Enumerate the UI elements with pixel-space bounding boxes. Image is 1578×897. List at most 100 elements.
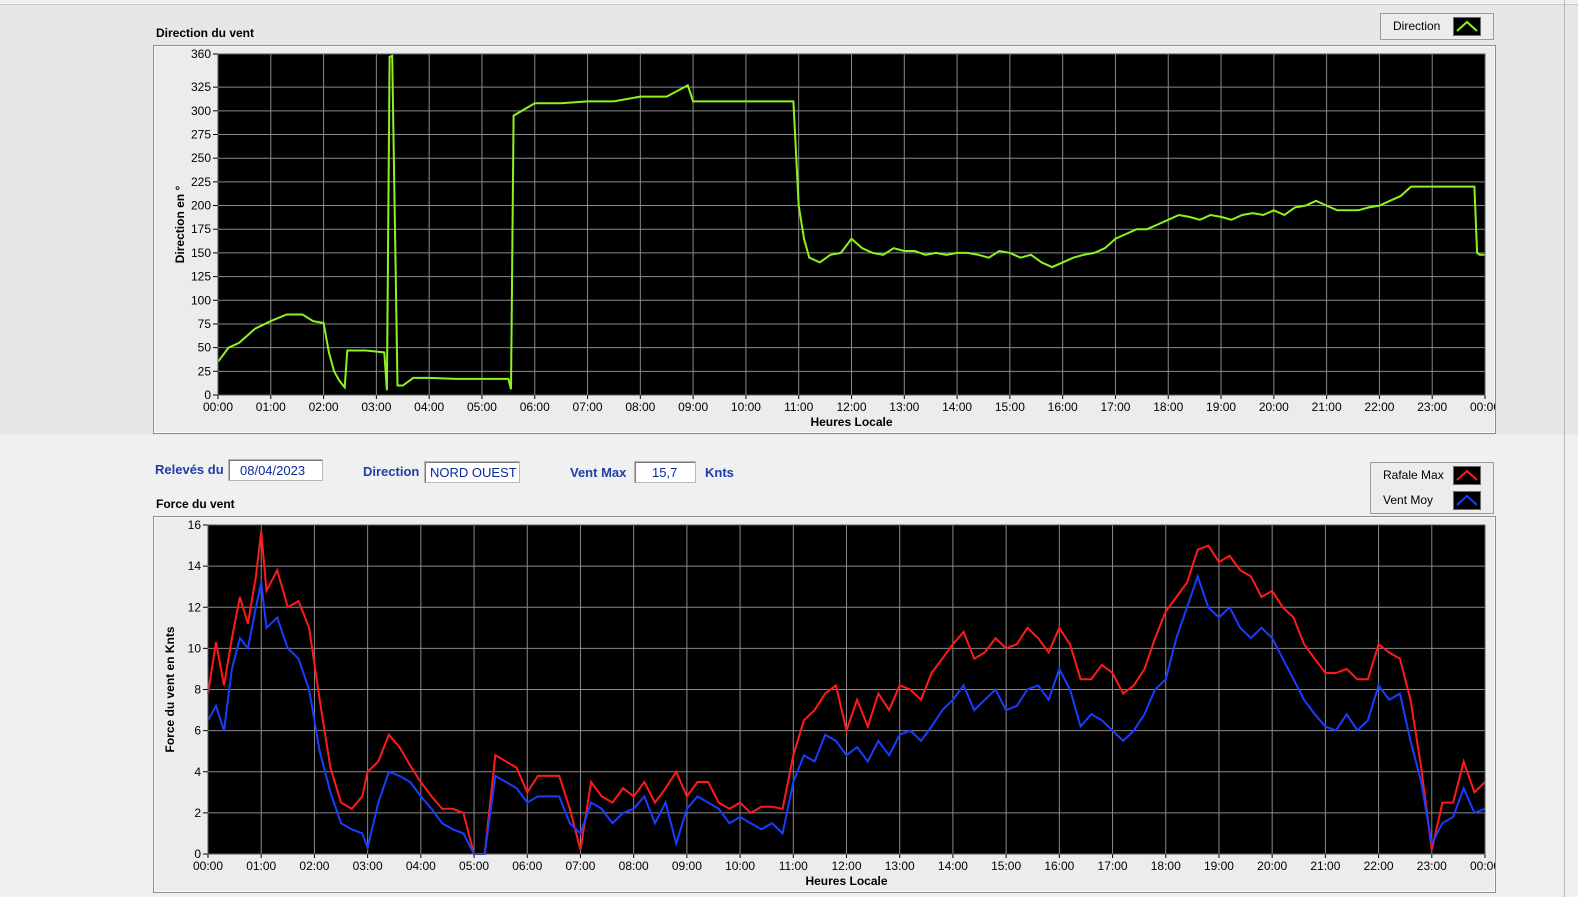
force-x-tick-label: 20:00 — [1257, 859, 1287, 873]
force-y-tick-label: 14 — [188, 559, 202, 573]
direction-y-axis-label: Direction en ° — [173, 186, 187, 264]
green-line-icon — [1453, 17, 1481, 36]
direction-x-tick-label: 04:00 — [414, 400, 444, 414]
direction-y-tick-label: 150 — [191, 246, 211, 260]
direction-x-tick-label: 08:00 — [625, 400, 655, 414]
force-x-tick-label: 09:00 — [672, 859, 702, 873]
direction-x-tick-label: 07:00 — [573, 400, 603, 414]
ventmax-unit: Knts — [705, 465, 734, 480]
direction-x-tick-label: 15:00 — [995, 400, 1025, 414]
force-x-tick-label: 12:00 — [831, 859, 861, 873]
direction-y-tick-label: 125 — [191, 270, 211, 284]
force-x-tick-label: 14:00 — [938, 859, 968, 873]
force-y-axis-label: Force du vent en Knts — [163, 626, 177, 752]
force-x-tick-label: 21:00 — [1310, 859, 1340, 873]
force-x-tick-label: 11:00 — [779, 859, 808, 873]
force-x-tick-label: 10:00 — [725, 859, 755, 873]
direction-x-tick-label: 09:00 — [678, 400, 708, 414]
blue-line-icon — [1453, 491, 1481, 510]
force-y-tick-label: 10 — [188, 641, 202, 655]
direction-graph[interactable]: 00:00 01:00 02:00 03:00 04:00 05:00 06:00 07:00… — [154, 46, 1495, 433]
direction-y-tick-label: 275 — [191, 128, 211, 142]
direction-x-tick-label: 00:00 — [1470, 400, 1495, 414]
force-legend[interactable]: Rafale Max Vent Moy — [1370, 462, 1494, 514]
right-border — [1564, 0, 1565, 897]
date-field[interactable]: 08/04/2023 — [228, 459, 323, 481]
force-x-tick-label: 23:00 — [1417, 859, 1447, 873]
direction-x-tick-label: 21:00 — [1312, 400, 1342, 414]
force-x-tick-label: 06:00 — [512, 859, 542, 873]
force-x-tick-label: 07:00 — [565, 859, 595, 873]
direction-y-tick-label: 200 — [191, 199, 211, 213]
direction-y-tick-label: 175 — [191, 222, 211, 236]
force-x-tick-label: 13:00 — [885, 859, 915, 873]
direction-x-axis-label: Heures Locale — [810, 415, 892, 429]
direction-x-tick-label: 16:00 — [1048, 400, 1078, 414]
direction-y-tick-label: 50 — [198, 341, 212, 355]
direction-y-tick-label: 225 — [191, 175, 211, 189]
direction-x-tick-label: 14:00 — [942, 400, 972, 414]
force-y-tick-label: 4 — [194, 765, 201, 779]
direction-y-tick-label: 325 — [191, 80, 211, 94]
force-graph[interactable]: 00:00 01:00 02:00 03:00 04:00 05:00 06:00 07:00… — [154, 517, 1495, 892]
direction-y-tick-label: 360 — [191, 47, 211, 61]
ventmax-value-field[interactable]: 15,7 — [634, 461, 696, 483]
direction-x-tick-label: 10:00 — [731, 400, 761, 414]
direction-x-tick-label: 23:00 — [1417, 400, 1447, 414]
force-y-tick-label: 0 — [194, 847, 201, 861]
legend-label-rafale: Rafale Max — [1383, 468, 1444, 482]
red-line-icon — [1453, 466, 1481, 485]
force-y-tick-label: 8 — [194, 683, 201, 697]
direction-x-tick-label: 18:00 — [1153, 400, 1183, 414]
direction-graph-frame: 00:00 01:00 02:00 03:00 04:00 05:00 06:00 07:00… — [153, 45, 1496, 434]
force-x-axis-label: Heures Locale — [805, 874, 887, 888]
force-x-tick-label: 03:00 — [353, 859, 383, 873]
force-graph-title: Force du vent — [156, 497, 235, 511]
force-x-tick-label: 02:00 — [299, 859, 329, 873]
legend-row-vent[interactable]: Vent Moy — [1371, 488, 1493, 512]
releves-label: Relevés du — [155, 462, 224, 477]
direction-value-field[interactable]: NORD OUEST — [424, 461, 520, 483]
force-y-tick-label: 6 — [194, 724, 201, 738]
legend-row-direction[interactable]: Direction — [1381, 14, 1493, 38]
force-x-tick-label: 18:00 — [1151, 859, 1181, 873]
direction-y-tick-label: 0 — [204, 388, 211, 402]
legend-row-rafale[interactable]: Rafale Max — [1371, 463, 1493, 487]
direction-graph-title: Direction du vent — [156, 26, 255, 40]
direction-y-tick-label: 100 — [191, 293, 211, 307]
force-x-tick-label: 15:00 — [991, 859, 1021, 873]
direction-x-tick-label: 03:00 — [361, 400, 391, 414]
force-x-tick-label: 05:00 — [459, 859, 489, 873]
direction-x-tick-label: 12:00 — [836, 400, 866, 414]
force-x-tick-label: 17:00 — [1098, 859, 1128, 873]
direction-y-tick-label: 25 — [198, 364, 212, 378]
legend-label-vent: Vent Moy — [1383, 493, 1434, 507]
direction-legend[interactable]: Direction — [1380, 13, 1494, 40]
force-y-tick-label: 16 — [188, 518, 202, 532]
direction-y-tick-label: 300 — [191, 104, 211, 118]
ventmax-label: Vent Max — [570, 465, 627, 480]
force-x-tick-label: 01:00 — [246, 859, 276, 873]
force-x-tick-label: 16:00 — [1044, 859, 1074, 873]
force-x-tick-label: 00:00 — [193, 859, 223, 873]
force-x-tick-label: 08:00 — [619, 859, 649, 873]
direction-x-tick-label: 00:00 — [203, 400, 233, 414]
force-x-tick-label: 19:00 — [1204, 859, 1234, 873]
direction-x-tick-label: 11:00 — [784, 400, 813, 414]
direction-y-tick-label: 250 — [191, 151, 211, 165]
direction-x-tick-label: 19:00 — [1206, 400, 1236, 414]
direction-x-tick-label: 17:00 — [1100, 400, 1130, 414]
force-graph-frame: 00:00 01:00 02:00 03:00 04:00 05:00 06:00 07:00… — [153, 516, 1496, 893]
force-x-tick-label: 04:00 — [406, 859, 436, 873]
direction-x-tick-label: 05:00 — [467, 400, 497, 414]
direction-x-tick-label: 13:00 — [889, 400, 919, 414]
direction-x-tick-label: 02:00 — [309, 400, 339, 414]
direction-label: Direction — [363, 464, 420, 479]
force-y-tick-label: 12 — [188, 600, 202, 614]
direction-x-tick-label: 20:00 — [1259, 400, 1289, 414]
legend-label-direction: Direction — [1393, 19, 1441, 33]
force-y-tick-label: 2 — [194, 806, 201, 820]
direction-y-tick-label: 75 — [198, 317, 212, 331]
direction-x-tick-label: 01:00 — [256, 400, 286, 414]
direction-x-tick-label: 06:00 — [520, 400, 550, 414]
